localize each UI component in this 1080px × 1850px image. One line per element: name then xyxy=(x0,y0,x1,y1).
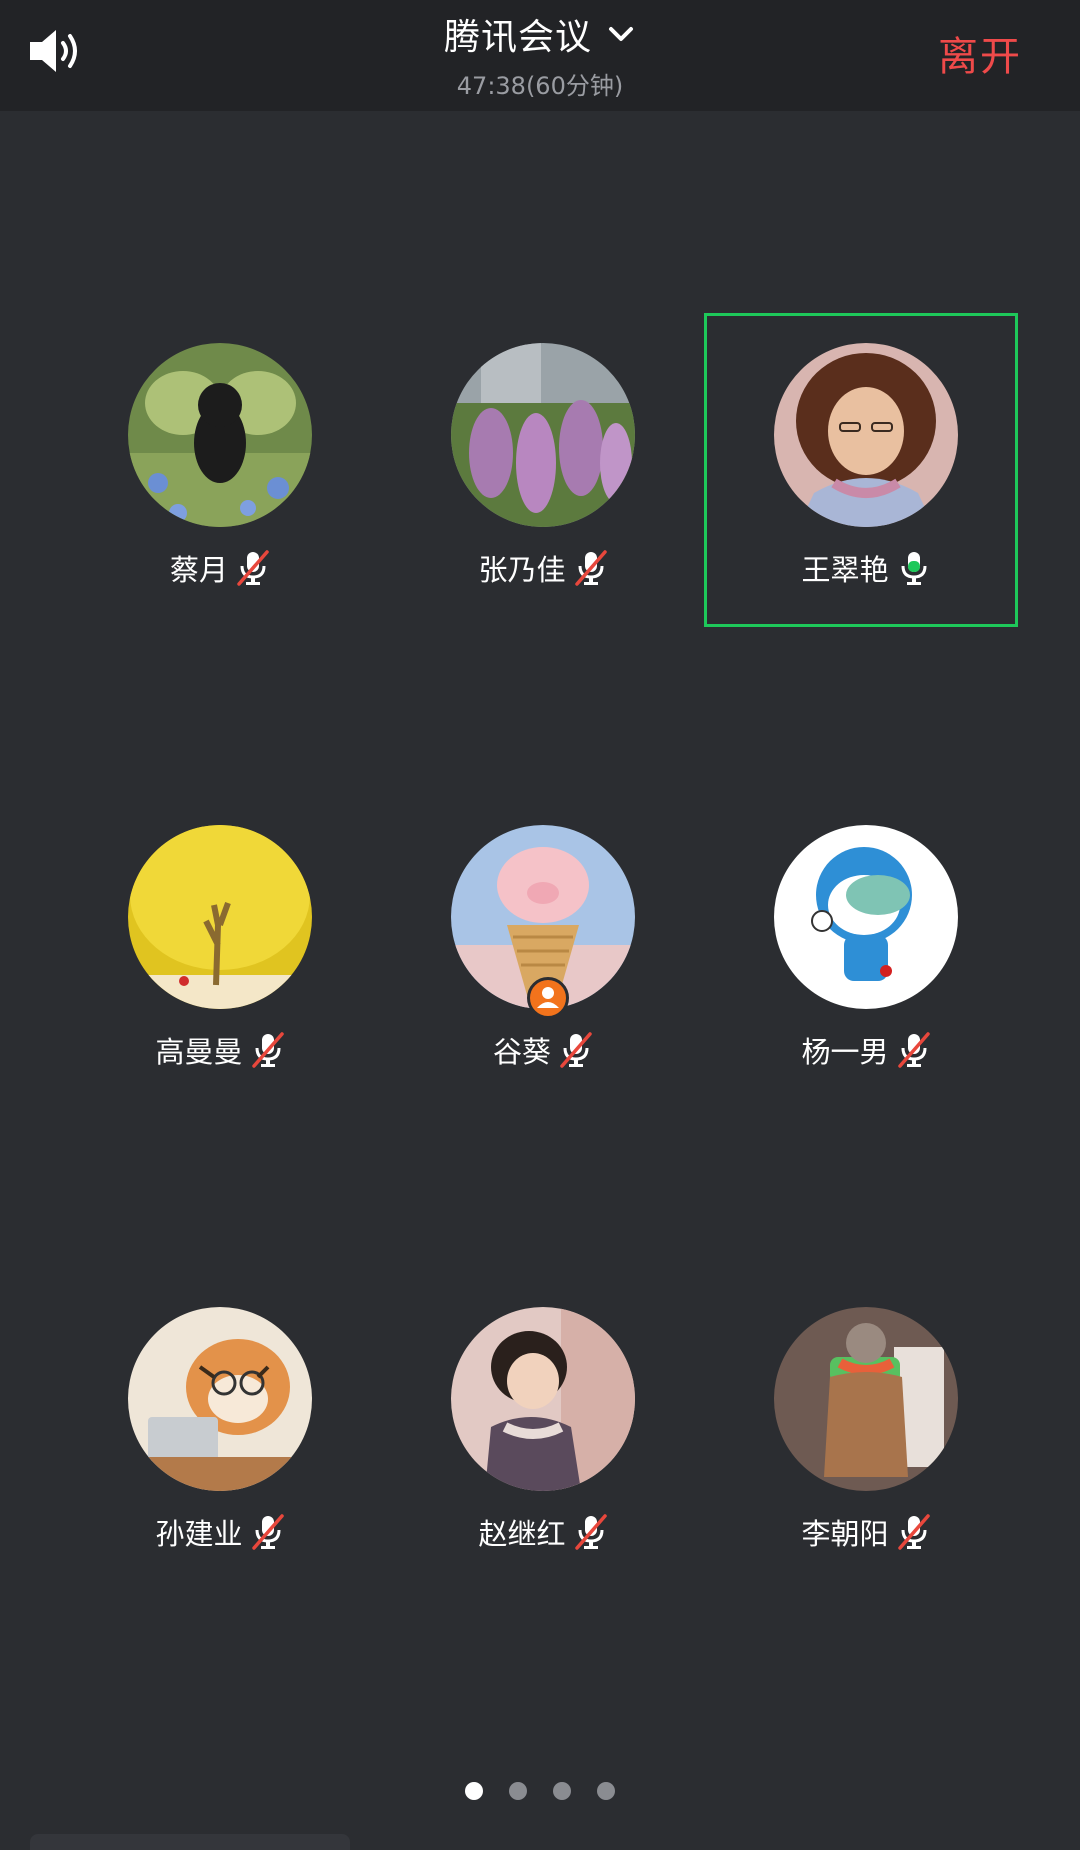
participant-tile[interactable]: 赵继红 xyxy=(387,1277,707,1597)
participant-tile[interactable]: 蔡月 xyxy=(64,313,384,633)
avatar xyxy=(451,343,635,527)
avatar xyxy=(774,825,958,1009)
mic-muted-icon xyxy=(897,1514,930,1550)
page-dot-3[interactable] xyxy=(553,1782,571,1800)
participant-name: 孙建业 xyxy=(155,1517,243,1551)
bottom-sheet-handle xyxy=(30,1834,350,1850)
participant-name: 蔡月 xyxy=(169,553,228,587)
participant-name: 王翠艳 xyxy=(801,553,889,587)
page-indicator xyxy=(0,1782,1080,1800)
mic-muted-icon xyxy=(251,1032,284,1068)
participant-grid: 蔡月 张乃佳 王翠艳 高曼曼 谷葵 杨一男 孙建业 赵继红 李朝阳 xyxy=(0,0,1080,1850)
avatar xyxy=(128,825,312,1009)
participant-name: 张乃佳 xyxy=(478,553,566,587)
participant-name: 杨一男 xyxy=(801,1035,889,1069)
mic-muted-icon xyxy=(251,1514,284,1550)
page-dot-1[interactable] xyxy=(465,1782,483,1800)
avatar xyxy=(774,343,958,527)
participant-tile[interactable]: 张乃佳 xyxy=(387,313,707,633)
page-dot-4[interactable] xyxy=(597,1782,615,1800)
mic-speaking-icon xyxy=(901,552,926,585)
avatar xyxy=(774,1307,958,1491)
participant-tile[interactable]: 孙建业 xyxy=(64,1277,384,1597)
avatar xyxy=(128,343,312,527)
participant-name: 高曼曼 xyxy=(155,1035,243,1069)
participant-tile[interactable]: 谷葵 xyxy=(387,795,707,1115)
mic-muted-icon xyxy=(560,1032,592,1068)
participant-name: 李朝阳 xyxy=(801,1517,889,1551)
participant-tile[interactable]: 李朝阳 xyxy=(710,1277,1030,1597)
participant-tile[interactable]: 高曼曼 xyxy=(64,795,384,1115)
mic-muted-icon xyxy=(574,550,607,586)
mic-muted-icon xyxy=(237,550,269,586)
host-badge xyxy=(527,977,569,1019)
mic-muted-icon xyxy=(574,1514,607,1550)
participant-tile-active[interactable]: 王翠艳 xyxy=(710,313,1030,633)
participant-name: 谷葵 xyxy=(492,1035,551,1069)
avatar xyxy=(451,1307,635,1491)
avatar xyxy=(128,1307,312,1491)
participant-name: 赵继红 xyxy=(478,1517,566,1551)
host-icon xyxy=(537,987,559,1008)
mic-muted-icon xyxy=(897,1032,930,1068)
page-dot-2[interactable] xyxy=(509,1782,527,1800)
participant-tile[interactable]: 杨一男 xyxy=(710,795,1030,1115)
